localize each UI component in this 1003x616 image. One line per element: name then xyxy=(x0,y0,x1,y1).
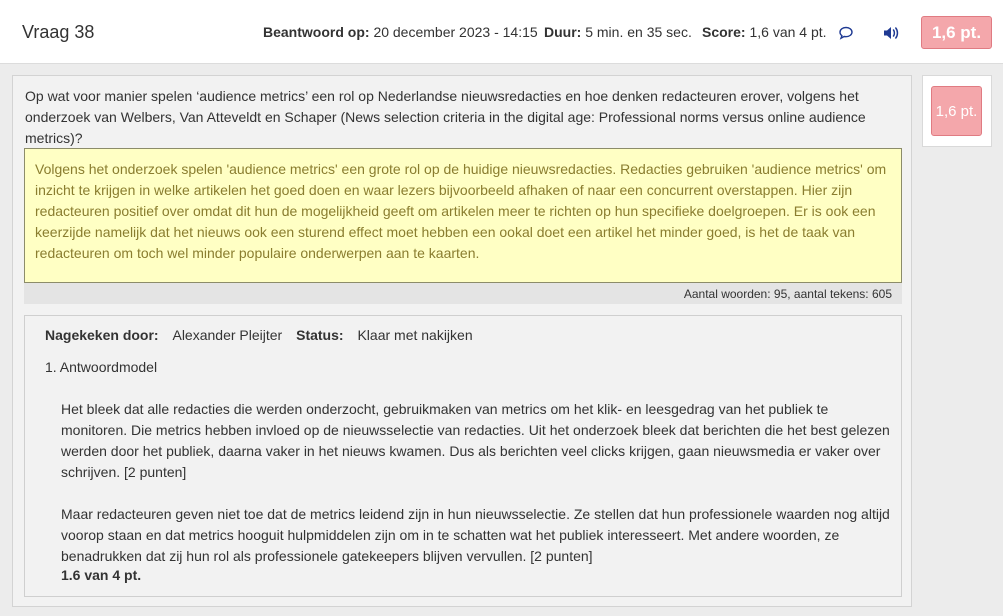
score: Score: 1,6 van 4 pt. xyxy=(702,24,827,40)
question-panel: Op wat voor manier spelen ‘audience metr… xyxy=(12,75,912,607)
reviewed-by-label: Nagekeken door: xyxy=(45,327,159,343)
answered-on-value: 20 december 2023 - 14:15 xyxy=(373,24,538,40)
answered-on-label: Beantwoord op: xyxy=(263,24,370,40)
word-count: Aantal woorden: 95, aantal tekens: 605 xyxy=(24,283,902,304)
question-text: Op wat voor manier spelen ‘audience metr… xyxy=(25,88,866,146)
duration: Duur: 5 min. en 35 sec. xyxy=(544,24,692,40)
duration-label: Duur: xyxy=(544,24,582,40)
answered-on: Beantwoord op: 20 december 2023 - 14:15 xyxy=(263,24,538,40)
side-score-card: 1,6 pt. xyxy=(922,75,992,147)
score-badge: 1,6 pt. xyxy=(921,16,992,49)
answer-model-paragraph-1: Het bleek dat alle redacties die werden … xyxy=(61,401,890,480)
score-value: 1,6 van 4 pt. xyxy=(749,24,827,40)
answer-model-paragraph-2: Maar redacteuren geven niet toe dat de m… xyxy=(61,506,890,564)
question-title: Vraag 38 xyxy=(22,22,95,42)
speech-bubble-icon[interactable] xyxy=(835,22,857,44)
answer-model-title: 1. Antwoordmodel xyxy=(45,359,158,375)
side-score-badge: 1,6 pt. xyxy=(931,86,982,136)
final-score: 1.6 van 4 pt. xyxy=(61,567,142,583)
student-answer: Volgens het onderzoek spelen 'audience m… xyxy=(24,148,902,283)
status-label: Status: xyxy=(296,327,344,343)
review-section: Nagekeken door: Alexander Pleijter Statu… xyxy=(24,315,902,597)
duration-value: 5 min. en 35 sec. xyxy=(585,24,692,40)
status-value: Klaar met nakijken xyxy=(357,327,473,343)
reviewer-name: Alexander Pleijter xyxy=(172,327,283,343)
question-header: Vraag 38 Beantwoord op: 20 december 2023… xyxy=(0,0,1003,64)
speaker-icon[interactable] xyxy=(880,22,902,44)
score-label: Score: xyxy=(702,24,746,40)
reviewer-info: Nagekeken door: Alexander Pleijter Statu… xyxy=(45,327,473,343)
